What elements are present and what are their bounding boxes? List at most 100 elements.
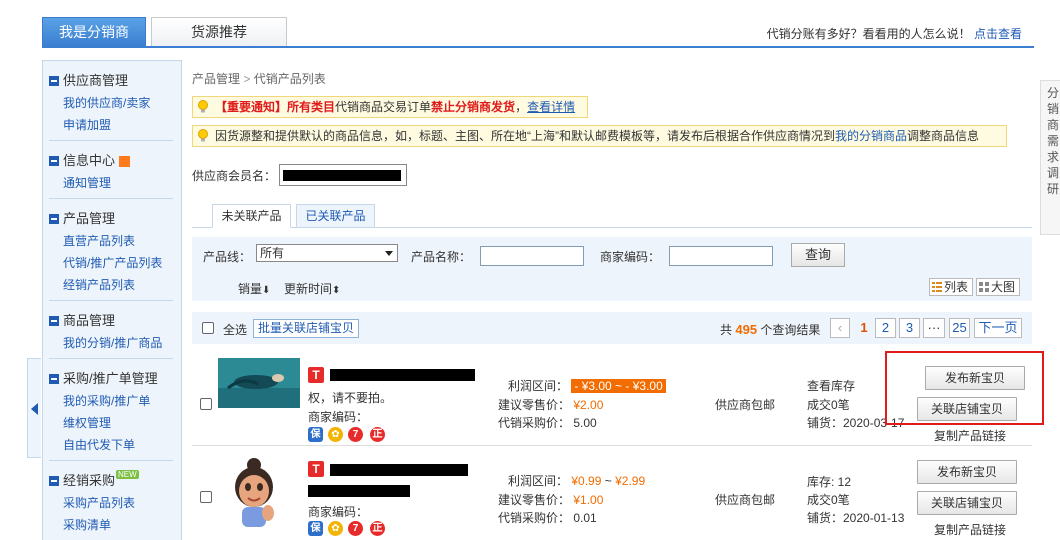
- page-1[interactable]: 1: [855, 318, 873, 338]
- arrow-down-icon: ⬇: [262, 285, 271, 296]
- batch-link-button[interactable]: 批量关联店铺宝贝: [253, 319, 360, 338]
- tab-distributor[interactable]: 我是分销商: [42, 17, 146, 47]
- product-title[interactable]: 权，请不要拍。: [308, 389, 392, 406]
- top-promo-link[interactable]: 点击查看: [974, 27, 1022, 41]
- row-checkbox[interactable]: [200, 398, 212, 410]
- sidebar-group-orders: 采购/推广单管理 我的采购/推广单 维权管理 自由代发下单: [43, 368, 181, 461]
- sidebar-item-agency-products[interactable]: 代销/推广产品列表: [49, 252, 181, 274]
- row-checkbox[interactable]: [200, 491, 212, 503]
- link-shop-item-button[interactable]: 关联店铺宝贝: [917, 491, 1017, 515]
- product-name-label: 产品名称：: [411, 250, 472, 264]
- deal-count: 成交0笔: [807, 398, 850, 412]
- survey-panel[interactable]: 分 销 商 需 求 调 研: [1040, 80, 1060, 235]
- publish-new-button[interactable]: 发布新宝贝: [917, 460, 1017, 484]
- sort-both-icon: ⬍: [332, 285, 341, 296]
- tab-linked-products[interactable]: 已关联产品: [296, 204, 375, 228]
- page-25[interactable]: 25: [949, 318, 970, 338]
- redacted-mask: [283, 170, 401, 181]
- query-button[interactable]: 查询: [791, 243, 845, 267]
- survey-char: 销: [1047, 102, 1060, 116]
- sidebar: 供应商管理 我的供应商/卖家 申请加盟 信息中心 通知管理 产品管理 直营产品列…: [42, 60, 182, 540]
- collapse-icon: [49, 156, 59, 166]
- merchant-code-input[interactable]: [669, 246, 773, 266]
- breadcrumb-sep: >: [243, 72, 251, 86]
- copy-product-link[interactable]: 复制产品链接: [934, 521, 1006, 538]
- sidebar-item-my-orders[interactable]: 我的采购/推广单: [49, 390, 181, 412]
- view-stock-link[interactable]: 查看库存: [807, 377, 855, 394]
- breadcrumb: 产品管理 > 代销产品列表: [192, 70, 326, 87]
- genuine-badge-icon: 正: [370, 427, 385, 442]
- collapse-icon: [49, 316, 59, 326]
- sidebar-divider: [49, 358, 173, 359]
- sidebar-item-my-distribution[interactable]: 我的分销/推广商品: [49, 332, 181, 354]
- redacted-title: [330, 464, 468, 476]
- sidebar-item-purchase-list[interactable]: 采购清单: [49, 514, 181, 536]
- breadcrumb-root[interactable]: 产品管理: [192, 72, 240, 86]
- product-name-input[interactable]: [480, 246, 584, 266]
- result-count: 共 495 个查询结果: [720, 322, 821, 337]
- product-thumbnail[interactable]: [228, 455, 283, 530]
- notice-text: 因货源整和提供默认的商品信息，如，标题、主图、所在地“上海”和默认邮费模板等，请…: [215, 129, 835, 143]
- sidebar-item-purchase-products[interactable]: 采购产品列表: [49, 492, 181, 514]
- notice-text: 禁止分销商发货: [431, 100, 516, 114]
- copy-product-link[interactable]: 复制产品链接: [934, 427, 1006, 444]
- sidebar-group-title[interactable]: 商品管理: [49, 310, 181, 332]
- sidebar-item-rights[interactable]: 维权管理: [49, 412, 181, 434]
- sidebar-divider: [49, 198, 173, 199]
- sidebar-item-my-suppliers[interactable]: 我的供应商/卖家: [49, 92, 181, 114]
- view-list-button[interactable]: 列表: [929, 278, 974, 296]
- tab-unlinked-products[interactable]: 未关联产品: [212, 204, 291, 228]
- page-3[interactable]: 3: [899, 318, 920, 338]
- my-distribution-link[interactable]: 我的分销商品: [835, 129, 907, 143]
- sidebar-item-apply-join[interactable]: 申请加盟: [49, 114, 181, 136]
- next-page-button[interactable]: 下一页: [974, 318, 1022, 338]
- sidebar-group-title[interactable]: 采购/推广单管理: [49, 368, 181, 390]
- notice-text: 代销商品交易订单: [335, 100, 432, 114]
- sidebar-group-supplier: 供应商管理 我的供应商/卖家 申请加盟: [43, 70, 181, 141]
- sidebar-group-title[interactable]: 经销采购 NEW: [49, 470, 181, 492]
- sidebar-divider: [49, 300, 173, 301]
- protect-badge-icon: 保: [308, 427, 323, 442]
- shipping-info: 供应商包邮: [715, 493, 776, 507]
- supplier-input[interactable]: [279, 164, 407, 186]
- redacted-title: [308, 485, 410, 497]
- sort-update-time[interactable]: 更新时间⬍: [284, 280, 340, 297]
- retail-price: 建议零售价： ¥2.00: [498, 398, 604, 412]
- tab-divider: [192, 227, 1032, 228]
- product-thumbnail[interactable]: [218, 358, 300, 408]
- flower-badge-icon: ✿: [328, 521, 343, 536]
- product-line-select[interactable]: 所有: [256, 244, 398, 262]
- sidebar-group-title[interactable]: 信息中心: [49, 150, 181, 172]
- shipping-info: 供应商包邮: [715, 398, 776, 412]
- genuine-badge-icon: 正: [370, 521, 385, 536]
- rss-icon: [119, 156, 131, 168]
- breadcrumb-current: 代销产品列表: [253, 72, 326, 86]
- flower-badge-icon: ✿: [328, 427, 343, 442]
- sort-sales[interactable]: 销量⬇: [238, 280, 270, 297]
- sidebar-group-title[interactable]: 产品管理: [49, 208, 181, 230]
- sidebar-collapse-handle[interactable]: [27, 358, 41, 458]
- sidebar-item-direct-products[interactable]: 直营产品列表: [49, 230, 181, 252]
- sidebar-item-free-order[interactable]: 自由代发下单: [49, 434, 181, 456]
- profit-value: - ¥3.00 ~ - ¥3.00: [571, 379, 666, 393]
- sidebar-group-title[interactable]: 供应商管理: [49, 70, 181, 92]
- bulb-icon: [198, 100, 208, 113]
- sidebar-item-dealer-products[interactable]: 经销产品列表: [49, 274, 181, 296]
- sidebar-group-products: 产品管理 直营产品列表 代销/推广产品列表 经销产品列表: [43, 208, 181, 301]
- cost-price: 代销采购价： 5.00: [498, 416, 597, 430]
- notice-tag: 【重要通知】: [215, 100, 288, 114]
- survey-char: 调: [1047, 166, 1060, 180]
- merchant-code-label: 商家编码：: [308, 505, 369, 519]
- page-2[interactable]: 2: [875, 318, 896, 338]
- survey-char: 分: [1047, 86, 1060, 100]
- notice-text: ，: [515, 100, 528, 114]
- cost-price: 代销采购价： 0.01: [498, 511, 597, 525]
- prev-page-button[interactable]: ‹: [830, 318, 850, 338]
- sidebar-item-notifications[interactable]: 通知管理: [49, 172, 181, 194]
- tab-source-recommend[interactable]: 货源推荐: [151, 17, 287, 47]
- select-all-checkbox[interactable]: [202, 322, 214, 334]
- notice-important: 【重要通知】所有类目代销商品交易订单禁止分销商发货，查看详情: [192, 96, 588, 118]
- collapse-icon: [49, 214, 59, 224]
- view-grid-button[interactable]: 大图: [976, 278, 1021, 296]
- notice-detail-link[interactable]: 查看详情: [527, 100, 575, 114]
